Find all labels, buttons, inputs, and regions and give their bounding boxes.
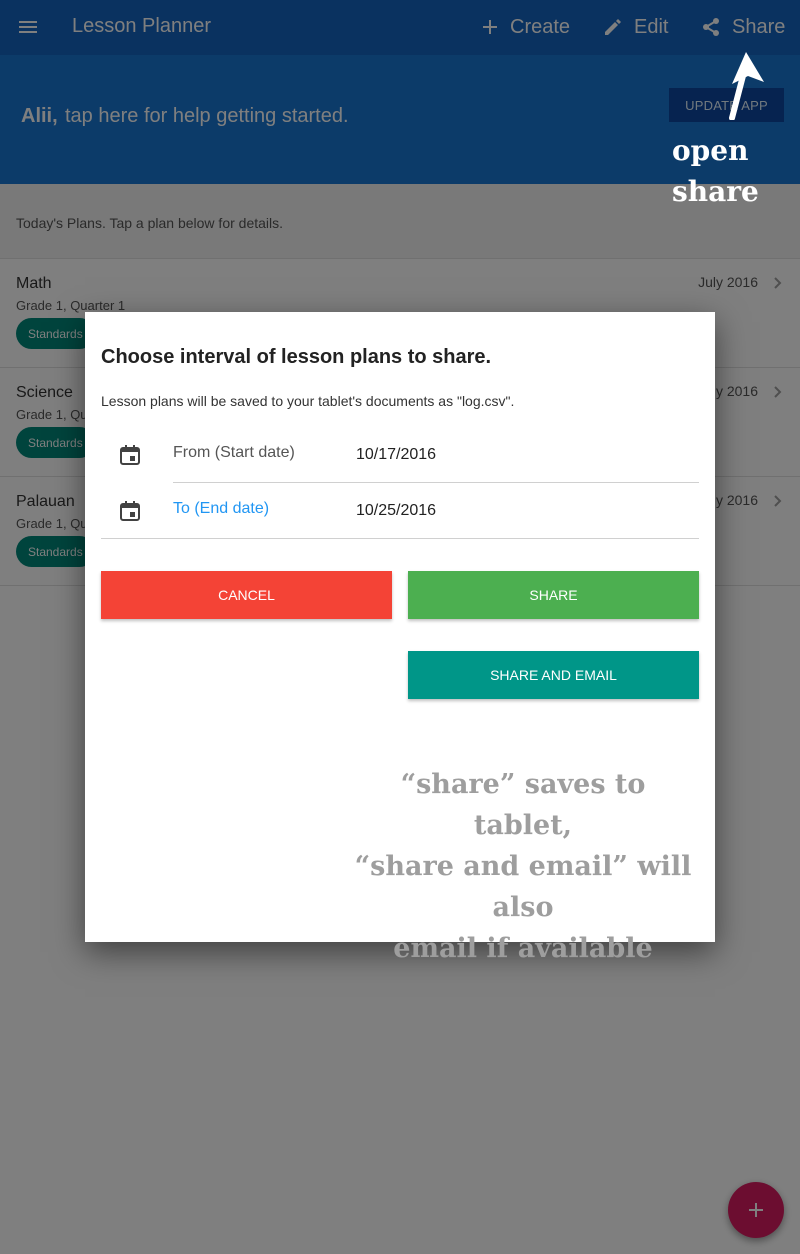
start-date-row[interactable]: From (Start date) 10/17/2016 bbox=[101, 427, 699, 483]
open-share-annotation: open share bbox=[672, 130, 759, 212]
share-explanation-annotation: “share” saves to tablet, “share and emai… bbox=[353, 764, 693, 969]
arrow-up-icon bbox=[729, 52, 764, 120]
share-dialog-button[interactable]: SHARE bbox=[408, 571, 699, 619]
annotation-line: “share and email” will also bbox=[354, 851, 692, 923]
dialog-title: Choose interval of lesson plans to share… bbox=[101, 346, 492, 368]
divider bbox=[101, 538, 699, 539]
annotation-line: email if available bbox=[393, 933, 653, 964]
start-date-label: From (Start date) bbox=[173, 444, 295, 461]
share-and-email-button[interactable]: SHARE AND EMAIL bbox=[408, 651, 699, 699]
annotation-line: open bbox=[672, 134, 749, 167]
end-date-row[interactable]: To (End date) 10/25/2016 bbox=[101, 483, 699, 539]
end-date-label: To (End date) bbox=[173, 500, 270, 517]
cancel-button[interactable]: CANCEL bbox=[101, 571, 392, 619]
calendar-icon bbox=[120, 501, 140, 521]
annotation-line: “share” saves to tablet, bbox=[400, 769, 646, 841]
share-interval-dialog: Choose interval of lesson plans to share… bbox=[85, 312, 715, 964]
end-date-value[interactable]: 10/25/2016 bbox=[356, 502, 436, 520]
calendar-icon bbox=[120, 445, 140, 465]
dialog-subtitle: Lesson plans will be saved to your table… bbox=[101, 393, 515, 409]
start-date-value[interactable]: 10/17/2016 bbox=[356, 446, 436, 464]
annotation-line: share bbox=[672, 175, 759, 208]
